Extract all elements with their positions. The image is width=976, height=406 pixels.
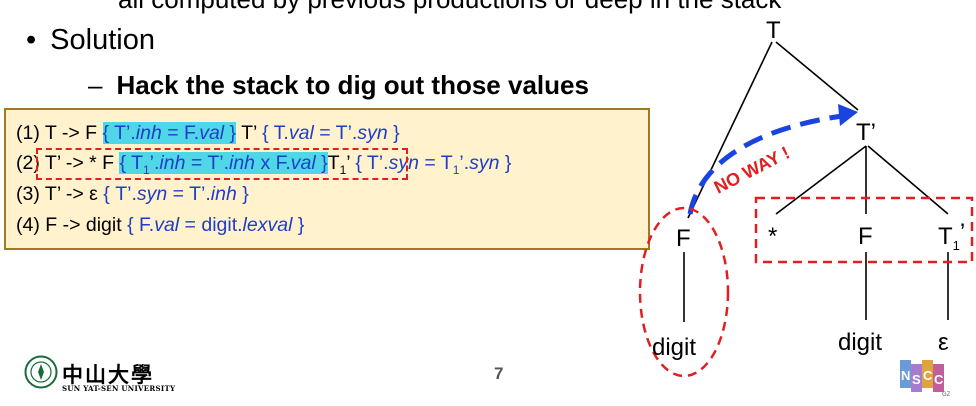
university-name-en: SUN YAT-SEN UNIVERSITY xyxy=(62,384,176,393)
nscc-letter-n: N xyxy=(901,368,910,383)
rule-1-production: T -> F xyxy=(44,122,103,144)
left-subtree-dashed-ellipse xyxy=(638,206,730,378)
nscc-logo-icon: N S C C GZ xyxy=(900,360,950,398)
nscc-small-text: GZ xyxy=(942,392,950,398)
node-epsilon: ε xyxy=(938,329,949,356)
nscc-letter-c2: C xyxy=(934,372,944,387)
node-t-prime: T’ xyxy=(856,119,876,146)
node-t1: T1’ xyxy=(938,219,965,253)
rule-3-action: { T’.syn = T’.inh } xyxy=(103,183,249,205)
rule-4: (4) F -> digit { F.val = digit.lexval } xyxy=(16,214,305,236)
sub-bullet-text: Hack the stack to dig out those values xyxy=(116,70,589,100)
production-rules-box: (1) T -> F { T’.inh = F.val } T’ { T.val… xyxy=(4,108,650,250)
rule-3-production: T’ -> ε xyxy=(44,183,104,205)
rule-1: (1) T -> F { T’.inh = F.val } T’ { T.val… xyxy=(16,122,400,144)
sub-bullet: – Hack the stack to dig out those values xyxy=(88,70,589,101)
edge-tprime-star xyxy=(775,145,867,215)
children-dashed-box xyxy=(754,196,974,264)
node-digit-left: digit xyxy=(652,334,696,361)
rule-1-action-2: { T.val = T’.syn } xyxy=(262,122,400,144)
nscc-letter-s: S xyxy=(912,372,921,387)
no-way-label: NO WAY ! xyxy=(711,143,793,198)
node-f: F xyxy=(676,225,691,252)
university-seal-icon xyxy=(24,355,58,389)
node-star: * xyxy=(768,223,777,250)
node-digit-right: digit xyxy=(838,329,882,356)
rule-4-action: { F.val = digit.lexval } xyxy=(127,214,305,236)
rule-1-action-1: { T’.inh = F.val } xyxy=(102,122,237,144)
edge-tprime-t1 xyxy=(867,145,949,215)
rule-2-dashed-highlight xyxy=(36,148,408,180)
sub-bullet-dash: – xyxy=(88,70,103,100)
no-way-arrow xyxy=(687,113,843,215)
rule-3: (3) T’ -> ε { T’.syn = T’.inh } xyxy=(16,183,249,205)
bullet-text: Solution xyxy=(50,24,155,56)
bullet-dot: • xyxy=(26,24,37,56)
tree-edges xyxy=(683,41,949,322)
bullet-solution: • Solution xyxy=(26,24,155,57)
page-number: 7 xyxy=(494,364,504,383)
edge-t-tprime xyxy=(775,41,859,111)
previous-line-text: all computed by previous productions or … xyxy=(118,0,781,15)
edge-t-f xyxy=(687,41,773,219)
node-t-root: T xyxy=(766,17,781,44)
nscc-letter-c1: C xyxy=(923,368,933,383)
no-way-arrowhead xyxy=(838,104,858,126)
node-f2: F xyxy=(858,223,873,250)
rule-4-production: F -> digit xyxy=(45,214,128,236)
